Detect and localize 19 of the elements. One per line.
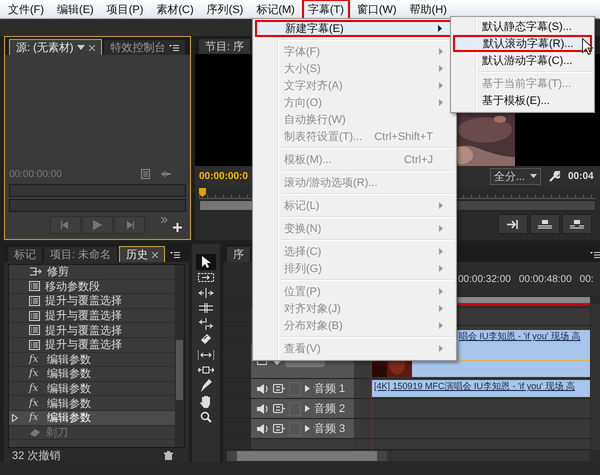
fx-icon: fx — [29, 398, 42, 409]
fx-icon: fx — [29, 383, 42, 394]
ruler-time: 00:00:32:00 — [458, 274, 511, 284]
clip-name: [4K] 150919 MFC演唱会 IU李知恩 - 'if you' 现场 高 — [373, 381, 575, 391]
shortcut-text: Ctrl+Shift+T — [374, 130, 433, 142]
clip-name: 唱会 IU李知恩 - 'if you' 现场 高 — [459, 330, 580, 343]
track-name: 音频 2 — [314, 402, 346, 416]
duration-timecode: 00:04 — [568, 170, 595, 182]
ruler-time: 00:00:48:00 — [518, 274, 572, 284]
timecode: 00:00:00:00 — [9, 168, 63, 180]
fx-icon: fx — [29, 412, 42, 424]
track-name: 音频 1 — [314, 382, 346, 396]
timecode: 00:00:00:0 — [199, 170, 248, 182]
ruler-time: 00: — [580, 274, 594, 284]
undo-count: 32 次撤销 — [12, 448, 60, 462]
track-name: 音频 3 — [314, 422, 346, 436]
fx-icon: fx — [29, 368, 42, 380]
shortcut-text: Ctrl+J — [404, 154, 433, 166]
fx-icon: fx — [29, 354, 42, 365]
